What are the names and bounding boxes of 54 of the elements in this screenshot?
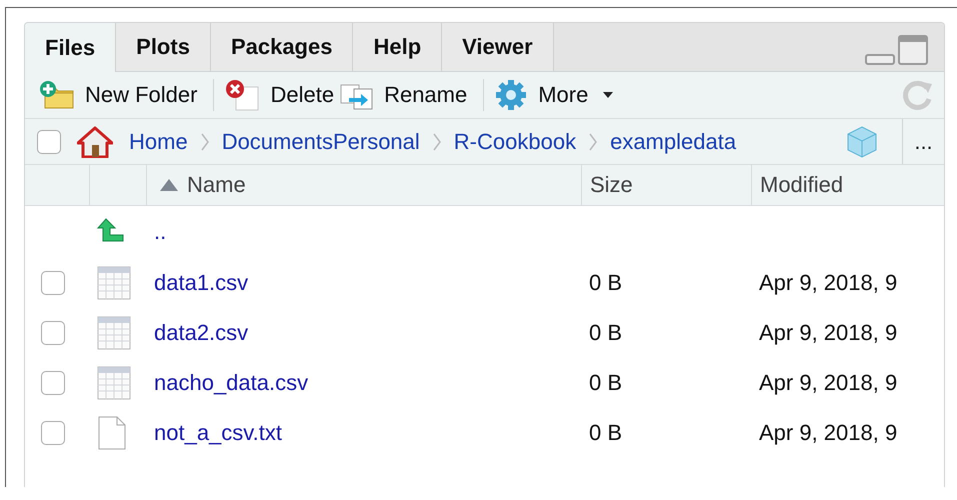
file-link[interactable]: data1.csv <box>154 270 248 296</box>
more-button[interactable]: ... <box>902 119 944 164</box>
file-link[interactable]: not_a_csv.txt <box>154 420 282 446</box>
file-size: 0 B <box>589 320 622 346</box>
maximize-icon <box>898 35 928 65</box>
caret-icon <box>602 91 614 99</box>
path-link[interactable]: R-Cookbook <box>454 128 576 154</box>
refresh-icon <box>902 79 934 111</box>
path-link[interactable]: exampledata <box>610 128 736 154</box>
file-link[interactable]: nacho_data.csv <box>154 370 308 396</box>
refresh-button[interactable] <box>902 79 934 111</box>
row-checkbox[interactable] <box>41 371 65 395</box>
chevron-icon <box>432 132 442 152</box>
tab[interactable]: Help <box>353 23 442 71</box>
file-size: 0 B <box>589 270 622 296</box>
tab[interactable]: Plots <box>116 23 211 71</box>
file-link[interactable]: data2.csv <box>154 320 248 346</box>
column-header[interactable]: Modified <box>760 172 844 198</box>
gear-icon <box>494 78 528 112</box>
modified-date: Apr 9, 2018, 9 <box>759 270 898 296</box>
minimize-icon <box>865 51 895 65</box>
minimize-button[interactable] <box>865 51 895 65</box>
spreadsheet-icon <box>97 266 131 300</box>
delete-icon <box>224 79 260 111</box>
column-header[interactable]: Size <box>590 172 633 198</box>
modified-date: Apr 9, 2018, 9 <box>759 320 898 346</box>
modified-date: Apr 9, 2018, 9 <box>759 370 898 396</box>
home-icon <box>77 126 113 158</box>
column-header[interactable]: Name <box>155 172 246 198</box>
spreadsheet-icon <box>97 316 131 350</box>
tab[interactable]: Packages <box>210 23 354 71</box>
select-all-checkbox[interactable] <box>37 130 61 154</box>
row-checkbox[interactable] <box>41 271 65 295</box>
tab[interactable]: Files <box>25 23 116 72</box>
path-link[interactable]: DocumentsPersonal <box>222 128 420 154</box>
file-size: 0 B <box>589 420 622 446</box>
folder-plus-icon <box>39 80 75 110</box>
toolbar-button[interactable]: Delete <box>224 75 340 115</box>
toolbar-button[interactable]: Rename <box>340 75 474 115</box>
path-link[interactable]: Home <box>129 128 188 154</box>
file-link[interactable]: .. <box>154 219 166 245</box>
spreadsheet-icon <box>97 366 131 400</box>
tab[interactable]: Viewer <box>442 23 554 71</box>
cube-icon <box>846 126 878 158</box>
toolbar-button[interactable]: More <box>494 75 620 115</box>
chevron-icon <box>588 132 598 152</box>
chevron-icon <box>200 132 210 152</box>
toolbar-button[interactable]: New Folder <box>39 75 204 115</box>
file-size: 0 B <box>589 370 622 396</box>
document-icon <box>97 416 127 450</box>
modified-date: Apr 9, 2018, 9 <box>759 420 898 446</box>
maximize-button[interactable] <box>898 35 928 65</box>
row-checkbox[interactable] <box>41 321 65 345</box>
row-checkbox[interactable] <box>41 421 65 445</box>
